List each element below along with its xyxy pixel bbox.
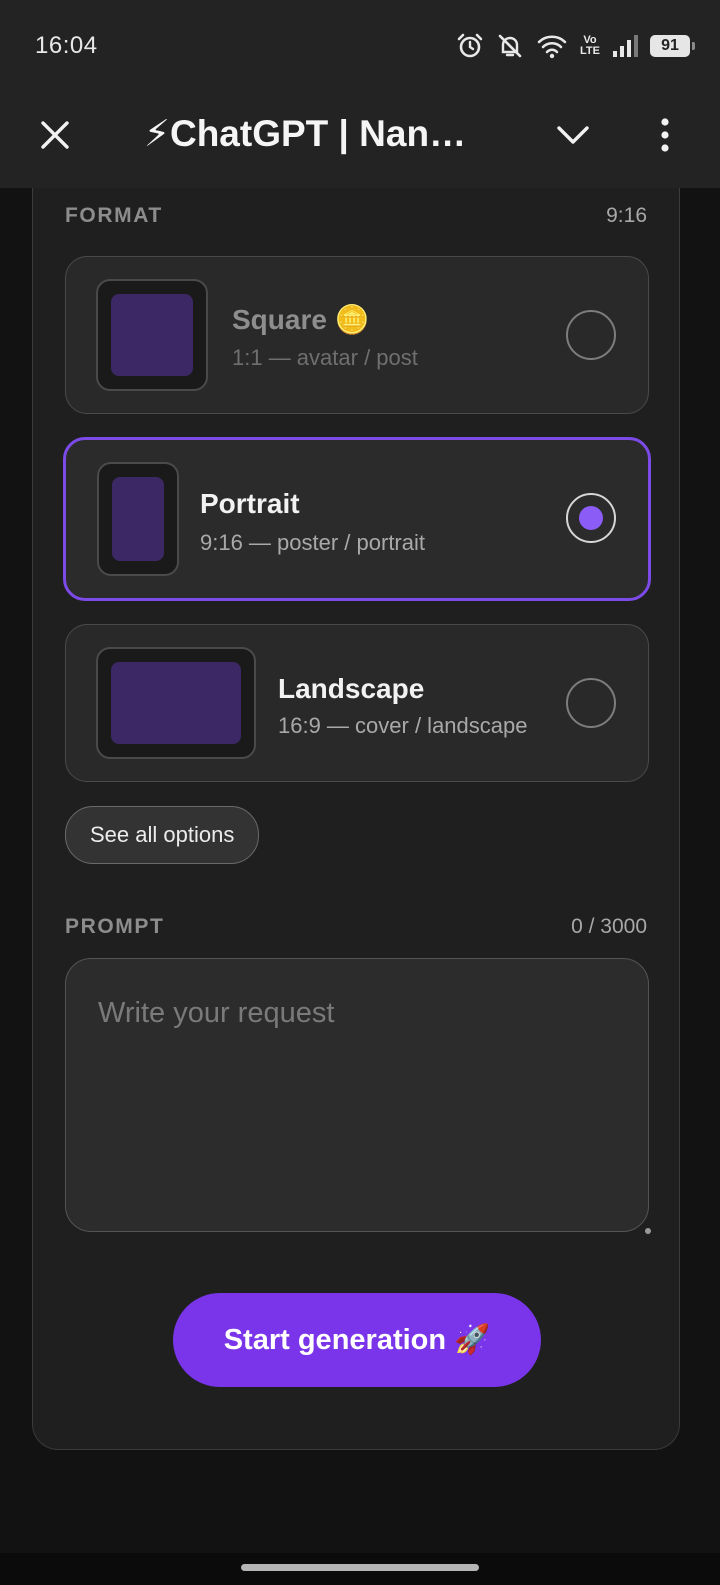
radio-square[interactable]	[566, 310, 616, 360]
option-subtitle: 1:1 — avatar / post	[232, 345, 418, 370]
square-preview	[111, 294, 193, 376]
landscape-preview	[111, 662, 241, 744]
option-title: Landscape	[278, 673, 425, 704]
more-vertical-icon	[661, 118, 669, 152]
landscape-thumbnail	[96, 647, 256, 759]
close-icon	[41, 121, 69, 149]
format-option-landscape[interactable]: Landscape 16:9 — cover / landscape	[65, 624, 649, 782]
generation-form: FORMAT 9:16 Square 🪙 1:1 — avatar / post…	[32, 188, 680, 1450]
wifi-icon	[536, 32, 568, 60]
app-title: ⚡ChatGPT | Nan…	[144, 113, 467, 154]
radio-portrait[interactable]	[566, 493, 616, 543]
format-option-portrait[interactable]: Portrait 9:16 — poster / portrait	[63, 437, 651, 601]
format-option-square[interactable]: Square 🪙 1:1 — avatar / post	[65, 256, 649, 414]
format-label: FORMAT	[65, 204, 163, 227]
portrait-preview	[112, 477, 164, 561]
portrait-thumbnail	[97, 462, 179, 576]
volte-bottom: LTE	[580, 45, 600, 57]
prompt-label: PROMPT	[65, 915, 165, 938]
radio-landscape[interactable]	[566, 678, 616, 728]
collapse-button[interactable]	[552, 114, 594, 156]
see-all-options-button[interactable]: See all options	[65, 806, 260, 864]
battery-icon: 91	[650, 35, 695, 57]
close-button[interactable]	[34, 114, 76, 156]
square-thumbnail	[96, 279, 208, 391]
chevron-down-icon	[557, 126, 589, 144]
status-bar: 16:04 Vo LTE 91	[0, 0, 720, 92]
status-icons: Vo LTE 91	[456, 30, 695, 62]
volte-icon: Vo LTE	[580, 35, 600, 57]
option-subtitle: 9:16 — poster / portrait	[200, 530, 425, 555]
start-generation-button[interactable]: Start generation 🚀	[173, 1293, 541, 1387]
option-title: Square 🪙	[232, 304, 370, 335]
status-time: 16:04	[35, 32, 98, 59]
alarm-icon	[456, 32, 484, 60]
home-indicator[interactable]	[241, 1564, 479, 1571]
signal-icon	[612, 34, 638, 58]
prompt-char-counter: 0 / 3000	[571, 915, 647, 938]
option-subtitle: 16:9 — cover / landscape	[278, 713, 528, 738]
option-title: Portrait	[200, 488, 300, 519]
bell-muted-icon	[496, 32, 524, 60]
format-selected-value: 9:16	[606, 204, 647, 227]
prompt-placeholder: Write your request	[98, 997, 335, 1029]
resize-handle[interactable]	[645, 1228, 651, 1234]
more-options-button[interactable]	[650, 114, 680, 156]
prompt-input[interactable]: Write your request	[65, 958, 651, 1234]
title-bar: ⚡ChatGPT | Nan…	[0, 92, 720, 188]
